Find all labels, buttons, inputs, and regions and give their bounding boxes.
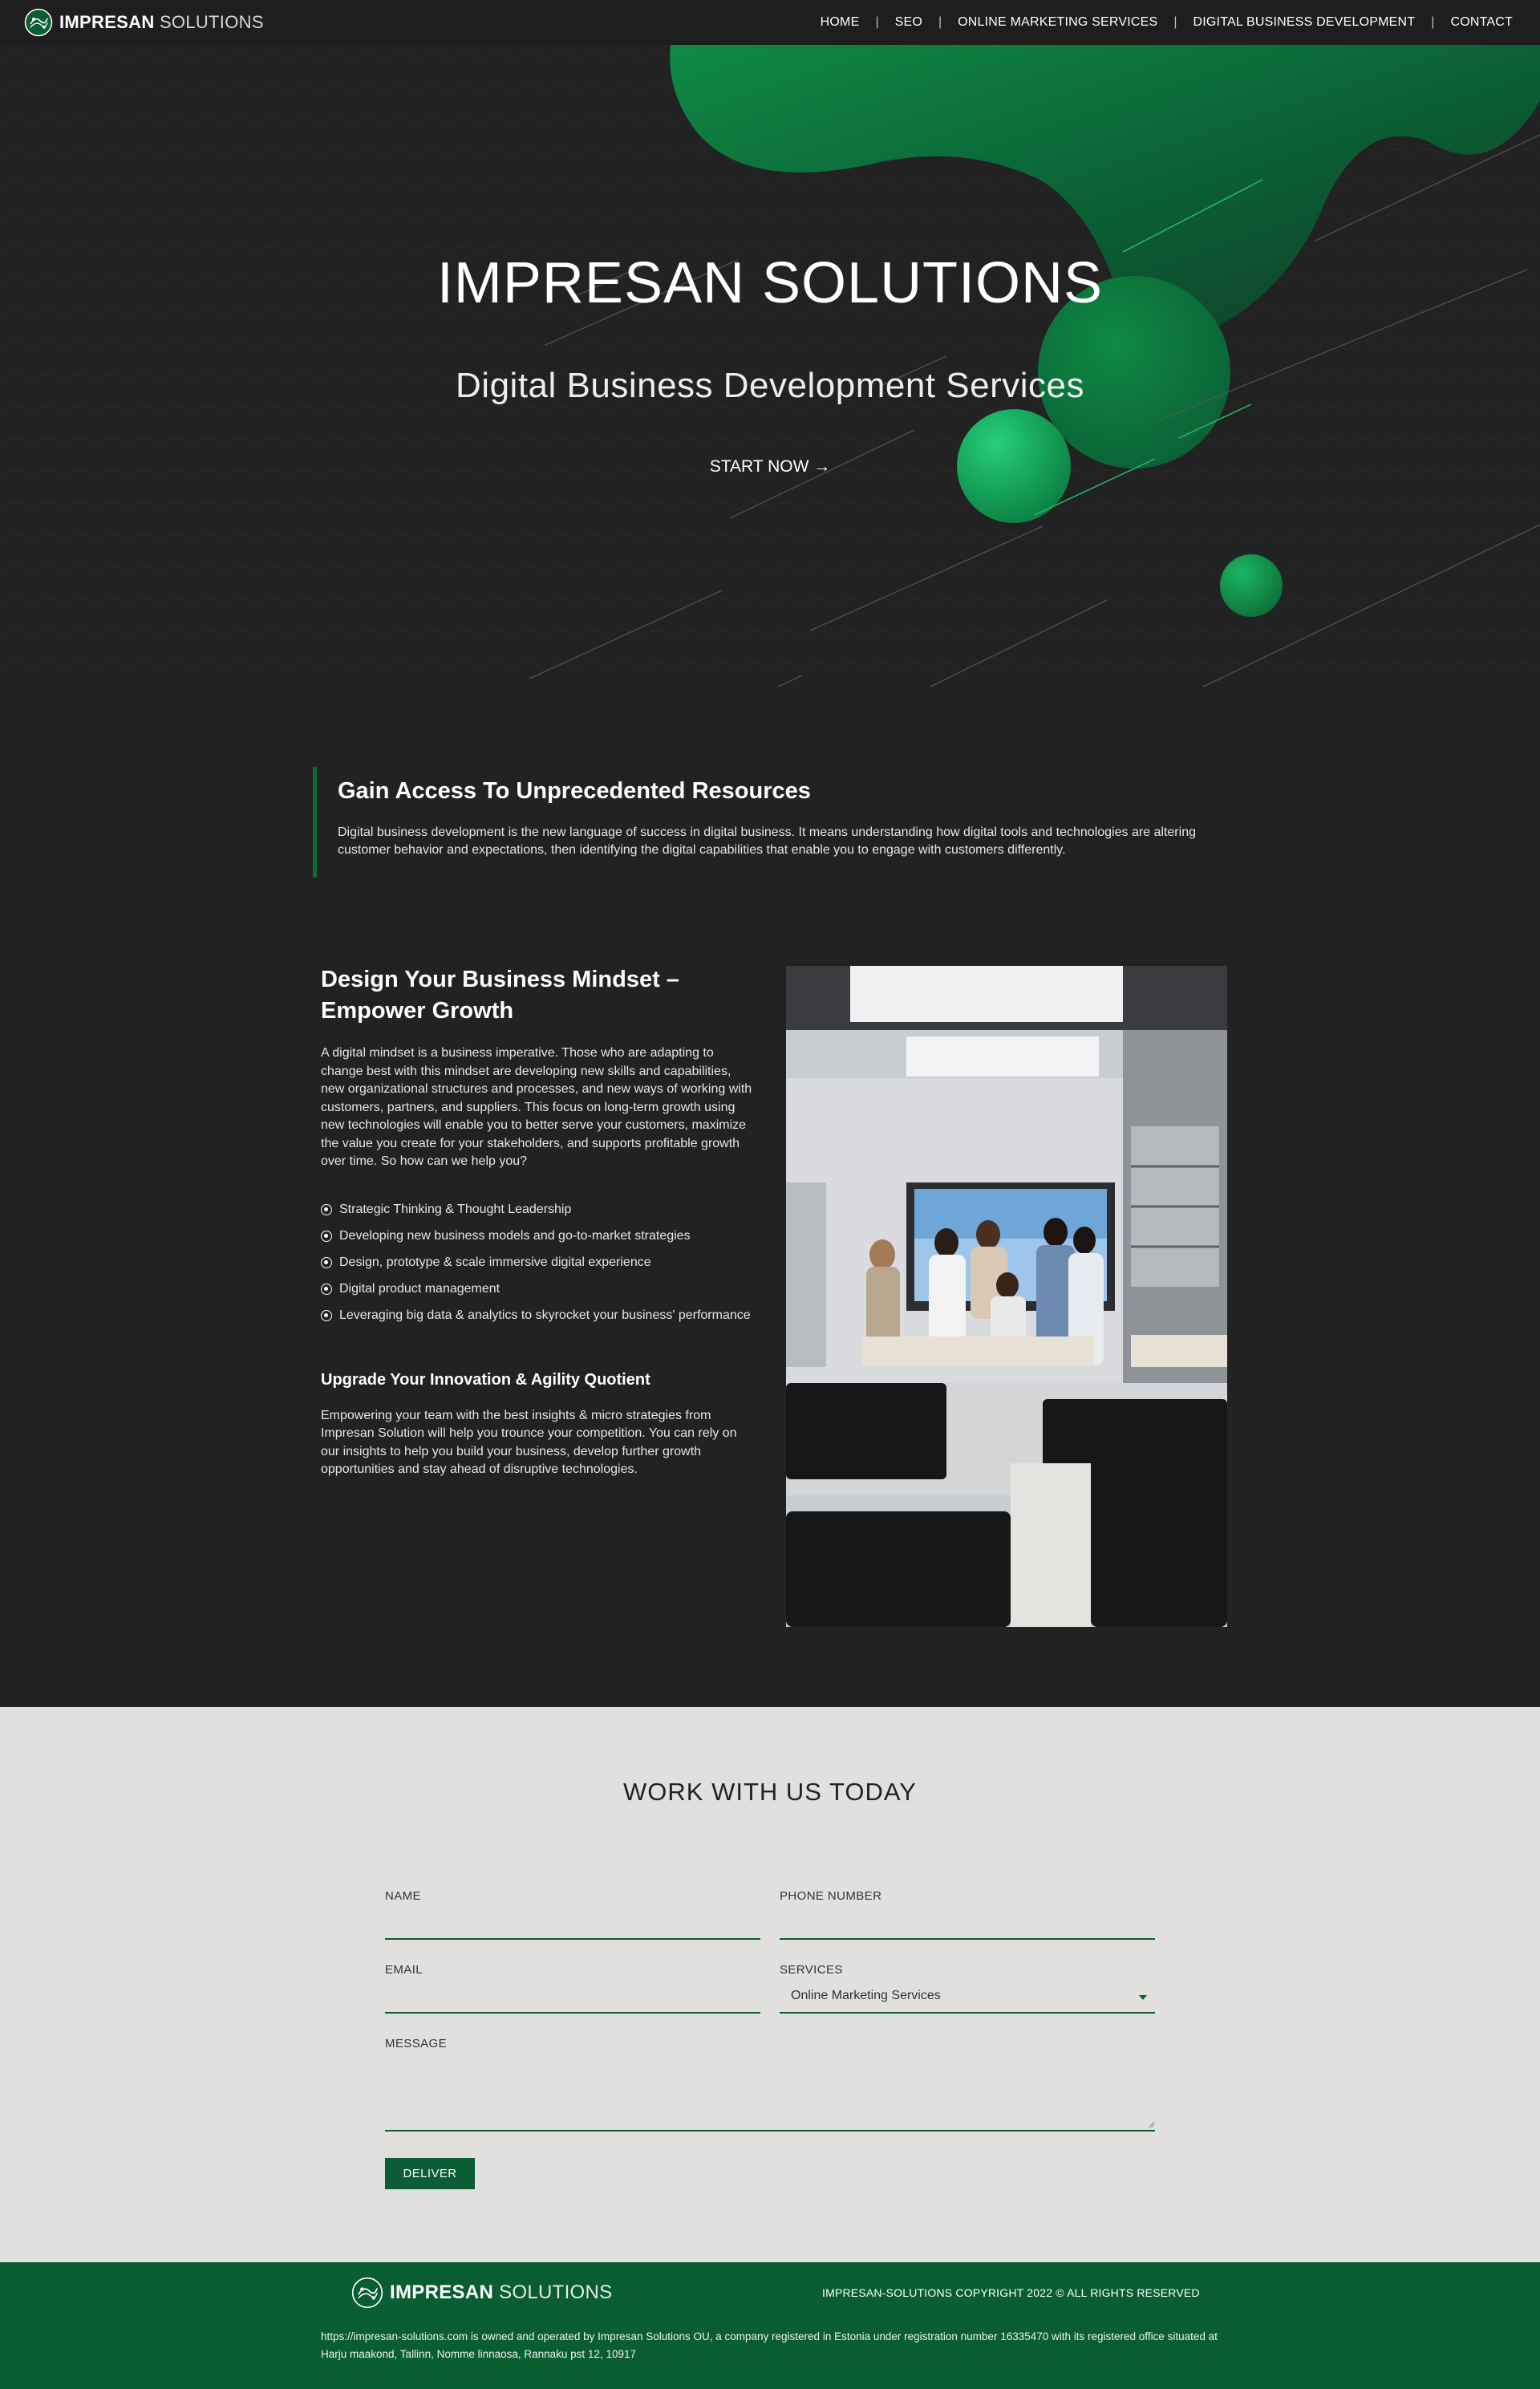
office-team-photo	[786, 966, 1227, 1627]
services-selected-value: Online Marketing Services	[791, 1989, 941, 2002]
hero-small-sphere	[1220, 554, 1283, 617]
email-underline	[385, 2012, 760, 2014]
services-list: Strategic Thinking & Thought Leadership …	[321, 1197, 758, 1329]
start-now-button[interactable]: START NOW →	[0, 457, 1540, 477]
resources-text: Digital business development is the new …	[338, 825, 1196, 857]
nav-digital-business-development[interactable]: DIGITAL BUSINESS DEVELOPMENT	[1194, 15, 1416, 30]
bullet-icon	[321, 1284, 332, 1295]
list-item: Leveraging big data & analytics to skyro…	[321, 1303, 758, 1329]
contact-title: WORK WITH US TODAY	[623, 1778, 917, 1806]
copyright-text: IMPRESAN-SOLUTIONS COPYRIGHT 2022 © ALL …	[822, 2286, 1200, 2299]
innovation-text: Empowering your team with the best insig…	[321, 1408, 737, 1477]
office-photo-illustration	[786, 966, 1227, 1627]
nav-separator: |	[1173, 15, 1177, 29]
contact-section: WORK WITH US TODAY	[0, 1707, 1540, 2262]
services-field: SERVICES Online Marketing Services	[780, 1963, 1155, 2015]
resize-grip-icon[interactable]	[1147, 2120, 1155, 2128]
services-label: SERVICES	[780, 1963, 843, 1977]
mindset-text: A digital mindset is a business imperati…	[321, 1046, 752, 1168]
hero-subtitle: Digital Business Development Services	[456, 366, 1084, 405]
list-item-label: Leveraging big data & analytics to skyro…	[339, 1308, 751, 1322]
message-label: MESSAGE	[385, 2037, 447, 2050]
nav-seo[interactable]: SEO	[895, 15, 922, 30]
email-label: EMAIL	[385, 1963, 424, 1977]
services-select[interactable]: Online Marketing Services	[780, 1982, 1155, 2011]
footer-logo[interactable]: IMPRESAN SOLUTIONS	[351, 2277, 612, 2309]
logo-wordmark: IMPRESAN SOLUTIONS	[59, 12, 264, 32]
innovation-title: Upgrade Your Innovation & Agility Quotie…	[321, 1370, 650, 1389]
top-navbar: IMPRESAN SOLUTIONS HOME | SEO | ONLINE M…	[0, 0, 1540, 45]
list-item: Strategic Thinking & Thought Leadership	[321, 1197, 758, 1223]
services-underline	[780, 2012, 1155, 2014]
nav-home[interactable]: HOME	[821, 15, 860, 30]
name-underline	[385, 1938, 760, 1940]
name-label: NAME	[385, 1889, 421, 1903]
list-item-label: Strategic Thinking & Thought Leadership	[339, 1203, 572, 1216]
phone-input[interactable]	[780, 1910, 1155, 1934]
legal-text: https://impresan-solutions.com is owned …	[321, 2330, 1218, 2360]
footer-logo-wordmark: IMPRESAN SOLUTIONS	[390, 2282, 613, 2303]
start-now-label[interactable]: START NOW →	[710, 457, 831, 476]
hero-title: IMPRESAN SOLUTIONS	[436, 251, 1104, 315]
list-item: Digital product management	[321, 1276, 758, 1303]
name-field: NAME	[385, 1889, 760, 1941]
name-input[interactable]	[385, 1910, 760, 1934]
nav-contact[interactable]: CONTACT	[1450, 15, 1513, 30]
phone-field: PHONE NUMBER	[780, 1889, 1155, 1941]
nav-separator: |	[875, 15, 879, 29]
list-item: Developing new business models and go-to…	[321, 1223, 758, 1250]
list-item-label: Digital product management	[339, 1282, 500, 1296]
list-item-label: Developing new business models and go-to…	[339, 1229, 691, 1243]
email-input[interactable]	[385, 1984, 760, 2008]
list-item-label: Design, prototype & scale immersive digi…	[339, 1255, 651, 1269]
main-menu: HOME | SEO | ONLINE MARKETING SERVICES |…	[821, 0, 1513, 45]
site-footer: IMPRESAN SOLUTIONS IMPRESAN-SOLUTIONS CO…	[0, 2262, 1540, 2389]
email-field: EMAIL	[385, 1963, 760, 2015]
phone-underline	[780, 1938, 1155, 1940]
bullet-icon	[321, 1204, 332, 1215]
chevron-down-icon	[1139, 1995, 1147, 2000]
resources-title: Gain Access To Unprecedented Resources	[338, 778, 811, 804]
list-item: Design, prototype & scale immersive digi…	[321, 1250, 758, 1276]
mindset-title: Design Your Business Mindset – Empower G…	[321, 967, 679, 1024]
bullet-icon	[321, 1231, 332, 1242]
message-field: MESSAGE	[385, 2037, 1155, 2133]
nav-separator: |	[1431, 15, 1435, 29]
message-underline	[385, 2130, 1155, 2131]
hero-section: IMPRESAN SOLUTIONS Digital Business Deve…	[0, 45, 1540, 687]
nav-separator: |	[938, 15, 942, 29]
bullet-icon	[321, 1310, 332, 1321]
resources-section: Gain Access To Unprecedented Resources D…	[313, 767, 1227, 878]
deliver-button[interactable]: DELIVER	[385, 2158, 475, 2189]
nav-online-marketing[interactable]: ONLINE MARKETING SERVICES	[958, 15, 1157, 30]
mindset-section: Design Your Business Mindset – Empower G…	[321, 964, 758, 1479]
logo-icon	[351, 2277, 383, 2309]
message-textarea[interactable]	[385, 2058, 1155, 2128]
bullet-icon	[321, 1257, 332, 1268]
brand-logo[interactable]: IMPRESAN SOLUTIONS	[24, 7, 264, 38]
phone-label: PHONE NUMBER	[780, 1889, 882, 1903]
logo-icon	[24, 8, 53, 37]
